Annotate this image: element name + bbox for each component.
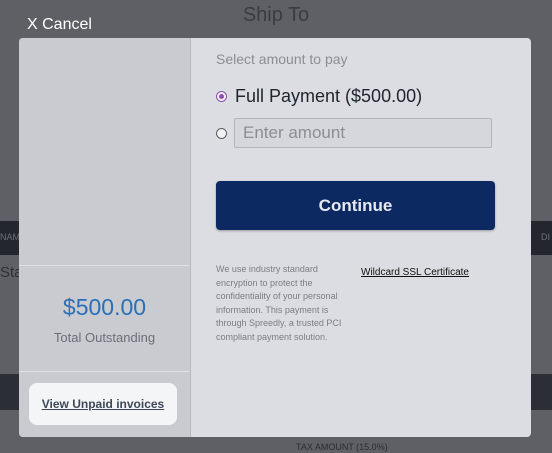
security-notice: We use industry standard encryption to p… [216,264,342,342]
payment-modal: $500.00 Total Outstanding View Unpaid in… [19,38,531,437]
full-payment-option[interactable]: Full Payment ($500.00) [216,86,422,107]
sidebar-divider [19,265,190,266]
cancel-button[interactable]: X Cancel [27,16,92,34]
custom-amount-radio[interactable] [216,127,227,139]
custom-amount-input[interactable] [234,118,492,148]
full-payment-radio[interactable] [216,91,227,102]
custom-amount-option[interactable] [216,118,492,148]
view-unpaid-invoices-button[interactable]: View Unpaid invoices [29,383,177,425]
sidebar-divider [19,371,190,372]
ssl-certificate-link[interactable]: Wildcard SSL Certificate [361,267,469,278]
full-payment-label[interactable]: Full Payment ($500.00) [235,86,422,107]
select-amount-label: Select amount to pay [216,51,348,67]
total-outstanding-label: Total Outstanding [53,330,156,345]
background-column-fragment-right: DI [541,232,550,242]
summary-sidebar: $500.00 Total Outstanding View Unpaid in… [19,38,191,437]
background-tax-fragment: TAX AMOUNT (15.0%) [296,442,388,452]
total-amount: $500.00 [62,294,147,320]
background-column-fragment-left: NAM [0,232,20,242]
continue-button[interactable]: Continue [216,181,495,230]
payment-panel: Select amount to pay Full Payment ($500.… [191,38,531,437]
